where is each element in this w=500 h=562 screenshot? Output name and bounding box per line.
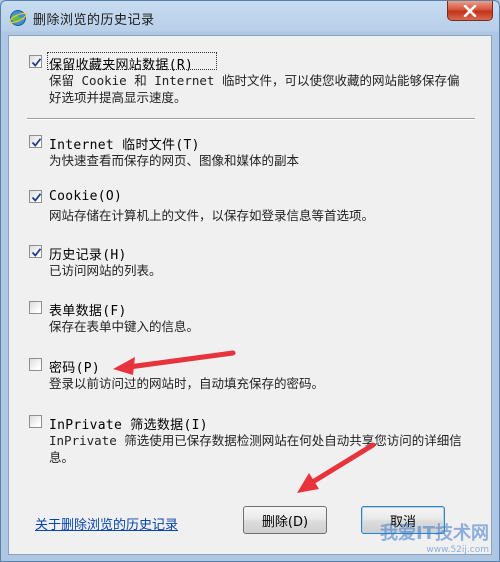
temp-files-description: 为快速查看而保存的网页、图像和媒体的副本 [49, 153, 300, 168]
cookies-checkbox[interactable] [29, 190, 42, 203]
preserve-favorites-description: 保留 Cookie 和 Internet 临时文件，可以使您收藏的网站能够保存偏… [49, 73, 460, 105]
cancel-button[interactable]: 取消 [361, 506, 445, 534]
temp-files-label: Internet 临时文件(T) [49, 138, 200, 153]
form-data-description: 保存在表单中键入的信息。 [49, 319, 200, 334]
preserve-favorites-label: 保留收藏夹网站数据(R) [49, 58, 194, 73]
delete-button[interactable]: 删除(D) [243, 506, 327, 534]
passwords-label: 密码(P) [49, 361, 100, 376]
history-label: 历史记录(H) [49, 248, 127, 263]
inprivate-filtering-description: InPrivate 筛选使用已保存数据检测网站在何处自动共享您访问的详细信息。 [49, 433, 462, 465]
dialog-body: 保留收藏夹网站数据(R) 保留 Cookie 和 Internet 临时文件，可… [8, 35, 492, 555]
window-title: 删除浏览的历史记录 [33, 13, 155, 28]
checkmark-icon [31, 248, 42, 257]
inprivate-filtering-checkbox[interactable] [29, 415, 42, 428]
passwords-checkbox[interactable] [29, 358, 42, 371]
dialog-window: 删除浏览的历史记录 保留收藏夹网站数据(R) 保留 Cookie 和 Inter… [0, 0, 500, 562]
about-delete-history-link[interactable]: 关于删除浏览的历史记录 [35, 514, 178, 533]
close-button[interactable] [447, 1, 493, 21]
cookies-label: Cookie(O) [49, 189, 123, 204]
ie-globe-icon [9, 9, 27, 27]
checkmark-icon [31, 58, 42, 67]
close-icon [463, 4, 477, 17]
passwords-description: 登录以前访问过的网站时，自动填充保存的密码。 [49, 376, 325, 391]
temp-files-checkbox[interactable] [29, 135, 42, 148]
cookies-description: 网站存储在计算机上的文件，以保存如登录信息等首选项。 [49, 208, 375, 223]
history-checkbox[interactable] [29, 245, 42, 258]
history-description: 已访问网站的列表。 [49, 263, 162, 278]
form-data-label: 表单数据(F) [49, 304, 127, 319]
inprivate-filtering-label: InPrivate 筛选数据(I) [49, 418, 208, 433]
preserve-favorites-checkbox[interactable] [29, 55, 42, 68]
form-data-checkbox[interactable] [29, 301, 42, 314]
separator [27, 118, 475, 120]
title-bar[interactable]: 删除浏览的历史记录 [1, 1, 499, 35]
checkmark-icon [31, 138, 42, 147]
checkmark-icon [31, 193, 42, 202]
